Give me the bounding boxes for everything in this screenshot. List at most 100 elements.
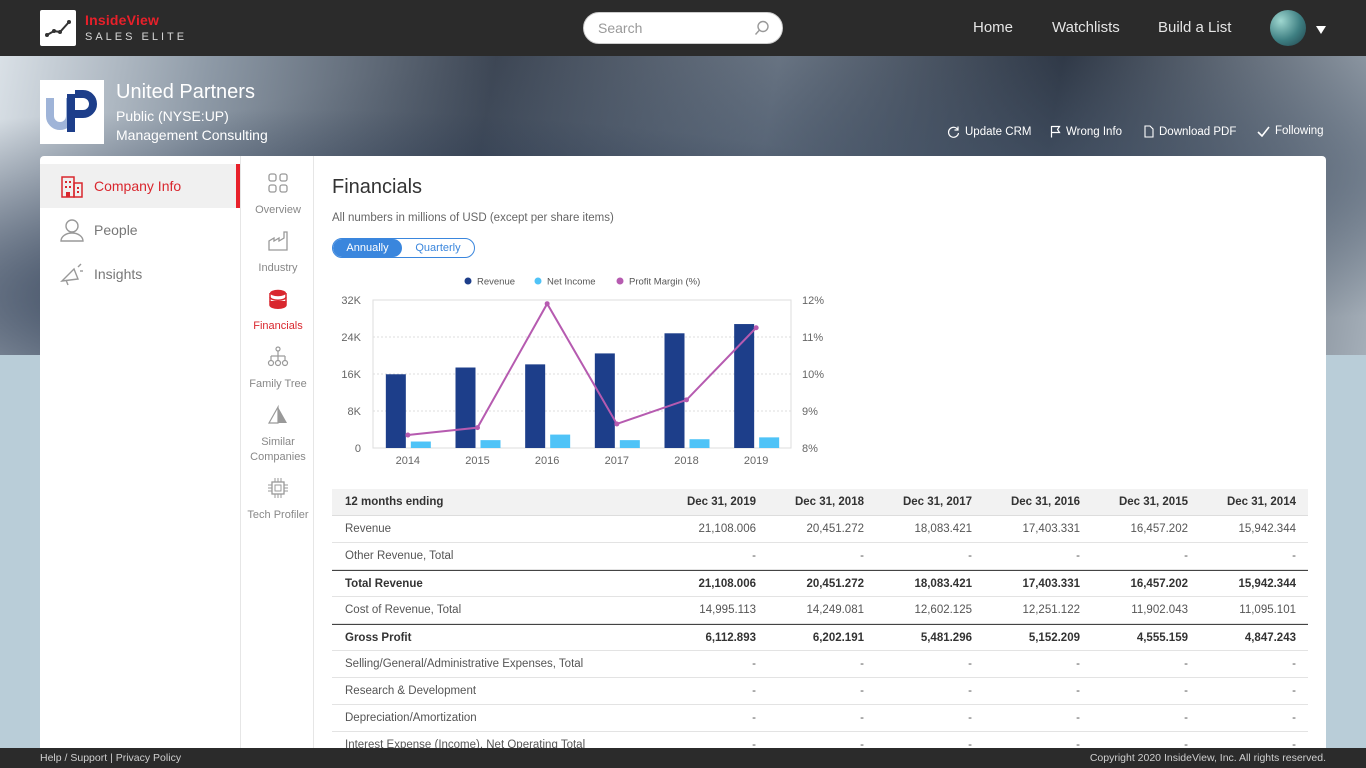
table-row-cell: - <box>1184 712 1188 724</box>
download-pdf-label: Download PDF <box>1159 125 1237 138</box>
subnav-industry-label: Industry <box>258 262 298 274</box>
subnav-financials[interactable]: Financials <box>241 288 315 334</box>
x-tick-label: 2014 <box>396 455 420 467</box>
revenue-bar <box>594 353 615 448</box>
person-icon <box>60 217 84 248</box>
download-pdf-button[interactable]: Download PDF <box>1144 125 1236 138</box>
table-row-cell: - <box>1184 550 1188 562</box>
hierarchy-icon <box>241 346 315 373</box>
legend-marker <box>616 277 624 285</box>
checkmark-icon <box>1257 126 1270 137</box>
legend-label: Profit Margin (%) <box>629 277 700 288</box>
table-row: Depreciation/Amortization - - - - - - <box>332 705 1308 732</box>
following-button[interactable]: Following <box>1257 125 1324 137</box>
table-row-cell: - <box>968 550 972 562</box>
table-row-cell: 14,995.113 <box>699 604 756 616</box>
table-row-label: Other Revenue, Total <box>345 550 454 562</box>
subnav-similar-companies[interactable]: Similar Companies <box>241 404 315 465</box>
table-header-row-cell: Dec 31, 2019 <box>686 496 756 508</box>
subnav-overview-label: Overview <box>255 204 301 216</box>
caret-down-icon[interactable] <box>1315 22 1327 40</box>
table-row-cell: - <box>1292 658 1296 670</box>
brand-name[interactable]: InsideView <box>85 12 159 28</box>
table-row-cell: - <box>1076 739 1080 748</box>
copyright: Copyright 2020 InsideView, Inc. All righ… <box>1089 752 1326 764</box>
table-row-cell: 6,112.893 <box>705 632 756 644</box>
x-tick-label: 2016 <box>535 455 559 467</box>
insideview-logo-icon[interactable] <box>40 10 76 46</box>
table-row-cell: - <box>968 712 972 724</box>
profit-margin-point <box>753 325 759 331</box>
net-income-bar <box>619 440 640 448</box>
table-row-cell: - <box>968 685 972 697</box>
table-row-cell: 20,451.272 <box>806 523 864 535</box>
table-row-cell: - <box>752 712 756 724</box>
nav-people[interactable]: People <box>40 208 240 252</box>
table-row-cell: 18,083.421 <box>914 578 972 590</box>
flag-icon <box>1050 125 1061 138</box>
nav-home[interactable]: Home <box>973 19 1013 36</box>
help-link[interactable]: Help <box>40 752 62 764</box>
net-income-bar <box>480 440 501 448</box>
wrong-info-button[interactable]: Wrong Info <box>1050 125 1122 138</box>
table-row-label: Revenue <box>345 523 392 535</box>
legend-marker <box>534 277 542 285</box>
profit-margin-point <box>614 421 620 427</box>
table-row-cell: - <box>1292 712 1296 724</box>
support-link[interactable]: Support <box>70 752 107 764</box>
table-row-cell: 17,403.331 <box>1022 523 1080 535</box>
sub-nav: Overview Industry Financials Family Tree… <box>240 156 314 748</box>
table-row-cell: - <box>1184 739 1188 748</box>
search-box[interactable] <box>583 12 783 44</box>
privacy-link[interactable]: Privacy Policy <box>116 752 181 764</box>
subnav-family-tree[interactable]: Family Tree <box>241 346 315 392</box>
table-row-cell: 15,942.344 <box>1238 578 1296 590</box>
table-row: Research & Development - - - - - - <box>332 678 1308 705</box>
toggle-quarterly[interactable]: Quarterly <box>402 239 474 257</box>
user-avatar[interactable] <box>1270 10 1306 46</box>
table-row-cell: - <box>752 685 756 697</box>
y-left-tick-label: 0 <box>355 443 361 455</box>
nav-insights[interactable]: Insights <box>40 252 240 296</box>
table-row-cell: 16,457.202 <box>1130 523 1188 535</box>
chip-icon <box>241 477 315 504</box>
profit-margin-point <box>405 432 411 438</box>
revenue-bar <box>664 333 685 448</box>
table-row-cell: 4,555.159 <box>1136 632 1188 644</box>
company-name: United Partners <box>116 81 255 103</box>
search-input[interactable] <box>598 19 748 37</box>
subnav-overview[interactable]: Overview <box>241 172 315 218</box>
revenue-bar <box>525 364 546 448</box>
grid-icon <box>241 172 315 199</box>
table-row-cell: - <box>860 712 864 724</box>
search-icon[interactable] <box>754 20 770 41</box>
table-row-cell: - <box>752 550 756 562</box>
company-logo <box>40 80 104 144</box>
table-row-cell: - <box>968 658 972 670</box>
company-industry: Management Consulting <box>116 127 268 143</box>
legend-label: Revenue <box>477 277 515 288</box>
y-right-tick-label: 12% <box>802 295 824 307</box>
nav-build-a-list[interactable]: Build a List <box>1158 19 1231 36</box>
table-row-cell: - <box>752 658 756 670</box>
profit-margin-point <box>684 397 689 403</box>
subnav-industry[interactable]: Industry <box>241 230 315 276</box>
financials-chart: 0 8K 16K 24K 32K 8% 9% 10% 11% 12% 2014 2015 2016 201… <box>341 277 824 468</box>
table-row-cell: - <box>860 550 864 562</box>
update-crm-button[interactable]: Update CRM <box>947 125 1031 138</box>
financials-table: 12 months ending Dec 31, 2019 Dec 31, 2018… <box>332 489 1308 748</box>
net-income-bar <box>410 441 431 448</box>
nav-company-info[interactable]: Company Info <box>40 164 240 208</box>
table-header-row: 12 months ending Dec 31, 2019 Dec 31, 2018… <box>332 489 1308 516</box>
document-icon <box>1144 125 1154 138</box>
x-tick-label: 2018 <box>674 455 698 467</box>
toggle-annually[interactable]: Annually <box>333 239 403 257</box>
table-row: Total Revenue 21,108.006 20,451.272 18,083.… <box>332 570 1308 597</box>
refresh-icon <box>948 126 960 138</box>
subnav-tech-profiler[interactable]: Tech Profiler <box>241 477 315 523</box>
table-row-cell: - <box>752 739 756 748</box>
table-row-cell: 4,847.243 <box>1244 632 1296 644</box>
financials-panel: Financials All numbers in millions of US… <box>332 156 1308 748</box>
nav-watchlists[interactable]: Watchlists <box>1052 19 1120 36</box>
table-row-cell: 11,902.043 <box>1131 604 1188 616</box>
